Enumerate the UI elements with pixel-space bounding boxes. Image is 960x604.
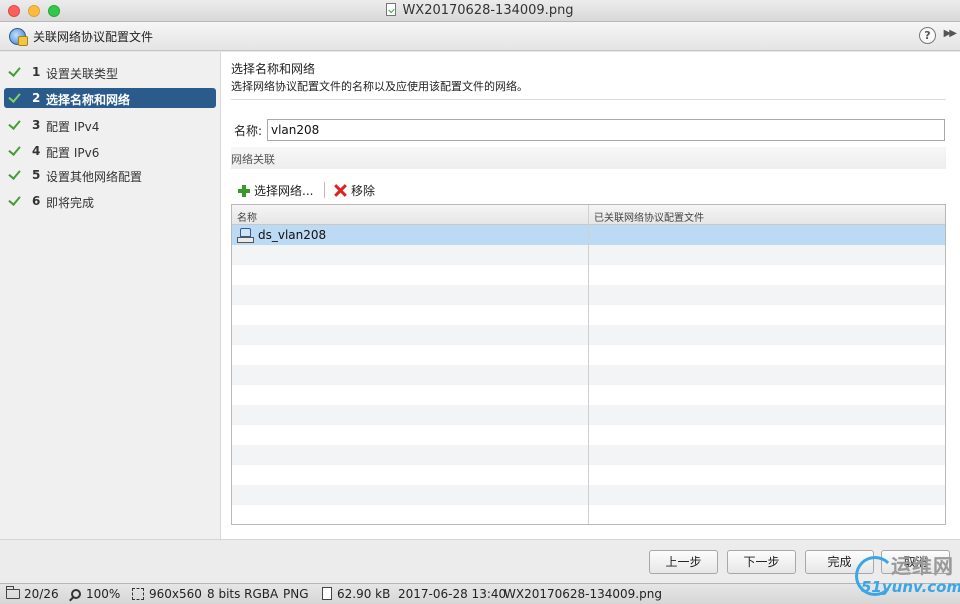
section-description: 选择网络协议配置文件的名称以及应使用该配置文件的网络。 (231, 80, 528, 93)
select-network-button[interactable]: 选择网络... (238, 182, 313, 200)
check-icon (8, 90, 22, 104)
name-input[interactable] (267, 119, 945, 141)
image-file-icon (386, 3, 397, 16)
wizard-steps-sidebar: 1 设置关联类型 2 选择名称和网络 3 配置 IPv4 4 配置 IPv6 5… (0, 52, 221, 539)
network-association-label: 网络关联 (231, 153, 275, 166)
dialog-header: 关联网络协议配置文件 ? ▶▶ (0, 22, 960, 51)
dialog-title: 关联网络协议配置文件 (33, 30, 154, 44)
step-number: 6 (32, 194, 41, 208)
step-label: 配置 IPv6 (46, 146, 100, 160)
step-3[interactable]: 3 配置 IPv4 (4, 115, 216, 135)
step-number: 1 (32, 65, 41, 79)
dimensions-text: 960x560 (149, 587, 202, 601)
step-4[interactable]: 4 配置 IPv6 (4, 141, 216, 161)
step-label: 即将完成 (46, 196, 95, 210)
check-icon (8, 64, 22, 78)
magnifier-icon (71, 589, 81, 599)
column-header-name[interactable]: 名称 (237, 209, 257, 224)
section-title: 选择名称和网络 (231, 62, 316, 76)
remove-label: 移除 (351, 184, 376, 198)
file-name: WX20170628-134009.png (504, 587, 662, 601)
mac-titlebar: WX20170628-134009.png (0, 0, 960, 22)
step-label: 配置 IPv4 (46, 120, 100, 134)
step-6[interactable]: 6 即将完成 (4, 191, 216, 211)
image-index: 20/26 (6, 586, 59, 601)
step-number: 3 (32, 118, 41, 132)
network-profile-icon (9, 28, 28, 46)
remove-button[interactable]: 移除 (334, 182, 375, 200)
column-separator[interactable] (588, 205, 589, 524)
step-number: 2 (32, 91, 41, 105)
image-format: PNG (283, 587, 309, 601)
remove-x-icon (334, 184, 347, 197)
modified-date: 2017-06-28 13:40 (398, 587, 507, 601)
folder-icon (6, 586, 20, 599)
image-index-text: 20/26 (24, 587, 59, 601)
file-size-text: 62.90 kB (337, 587, 391, 601)
network-association-header: 网络关联 (231, 147, 946, 169)
image-dimensions: 960x560 (132, 587, 202, 601)
expand-icon[interactable]: ▶▶ (944, 28, 957, 39)
window-title: WX20170628-134009.png (0, 3, 960, 18)
name-label: 名称: (234, 124, 263, 138)
dimensions-icon (132, 588, 144, 600)
network-table: 名称 已关联网络协议配置文件 ds_vlan208 (231, 204, 946, 525)
help-icon[interactable]: ? (919, 27, 936, 44)
check-icon (8, 117, 22, 131)
step-label: 设置关联类型 (46, 67, 119, 81)
back-button[interactable]: 上一步 (649, 550, 718, 574)
check-icon (8, 143, 22, 157)
watermark-logo: 运维网 51yunv.com (855, 548, 960, 600)
preview-statusbar: 20/26 100% 960x560 8 bits RGBA PNG 62.90… (0, 583, 960, 604)
zoom-level: 100% (71, 587, 120, 601)
watermark-en: 51yunv.com (861, 578, 960, 596)
column-header-profile[interactable]: 已关联网络协议配置文件 (594, 209, 704, 224)
step-label: 设置其他网络配置 (46, 170, 143, 184)
network-name-cell: ds_vlan208 (237, 228, 327, 243)
step-number: 5 (32, 168, 41, 182)
network-icon (237, 228, 254, 243)
file-size: 62.90 kB (322, 587, 390, 601)
next-button[interactable]: 下一步 (727, 550, 796, 574)
plus-icon (238, 185, 250, 197)
step-1[interactable]: 1 设置关联类型 (4, 62, 216, 82)
step-2[interactable]: 2 选择名称和网络 (4, 88, 216, 108)
wizard-footer: 上一步 下一步 完成 取消 (0, 539, 960, 583)
step-number: 4 (32, 144, 41, 158)
window-title-text: WX20170628-134009.png (402, 3, 574, 18)
step-5[interactable]: 5 设置其他网络配置 (4, 165, 216, 185)
network-name: ds_vlan208 (258, 228, 327, 242)
main-panel: 选择名称和网络 选择网络协议配置文件的名称以及应使用该配置文件的网络。 名称: … (221, 52, 960, 539)
document-icon (322, 587, 332, 600)
watermark-cn: 运维网 (891, 554, 954, 578)
zoom-text: 100% (86, 587, 121, 601)
step-label: 选择名称和网络 (46, 93, 131, 107)
color-depth: 8 bits RGBA (207, 587, 279, 601)
divider (231, 99, 946, 100)
select-network-label: 选择网络... (254, 184, 314, 198)
toolbar-separator (324, 182, 325, 198)
check-icon (8, 193, 22, 207)
check-icon (8, 167, 22, 181)
